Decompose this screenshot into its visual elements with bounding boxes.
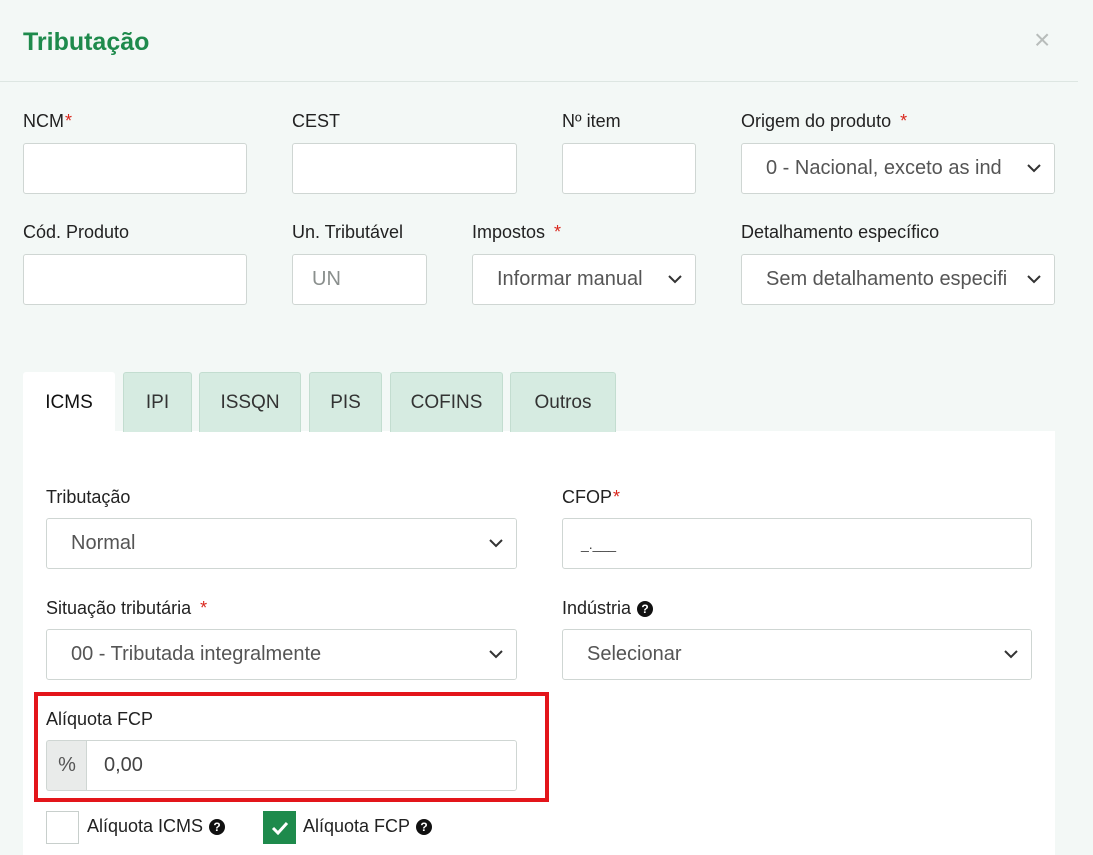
tab-outros[interactable]: Outros [510,372,616,432]
chevron-down-icon [476,630,516,679]
n-item-input[interactable] [562,143,696,194]
check-icon [271,821,288,835]
industria-select[interactable]: Selecionar [562,629,1032,680]
modal-header: Tributação × [0,0,1078,82]
un-tributavel-input[interactable]: UN [292,254,427,305]
cest-label: CEST [292,111,341,131]
cfop-label: CFOP* [562,487,621,507]
tributacao-label: Tributação [46,487,131,507]
help-icon[interactable]: ? [637,601,654,617]
chevron-down-icon [476,519,516,568]
situacao-label: Situação tributária * [46,598,208,618]
aliquota-fcp-input[interactable]: 0,00 [86,740,517,791]
chevron-down-icon [1014,255,1054,304]
impostos-label: Impostos * [472,222,562,242]
un-tributavel-label: Un. Tributável [292,222,404,242]
detalhamento-value: Sem detalhamento especifi [766,268,1008,290]
ncm-label: NCM* [23,111,73,131]
chevron-down-icon [655,255,695,304]
cod-produto-label: Cód. Produto [23,222,130,242]
industria-value: Selecionar [587,643,682,665]
origem-select[interactable]: 0 - Nacional, exceto as ind [741,143,1055,194]
percent-prefix: % [46,740,87,791]
impostos-value: Informar manual [497,268,643,290]
tab-issqn[interactable]: ISSQN [199,372,301,432]
aliquota-fcp-checkbox[interactable] [263,811,296,844]
close-icon[interactable]: × [1034,26,1050,54]
tab-cofins[interactable]: COFINS [390,372,503,432]
cfop-input[interactable]: _.___ [562,518,1032,569]
situacao-select[interactable]: 00 - Tributada integralmente [46,629,517,680]
modal-title: Tributação [23,28,150,56]
tributacao-select[interactable]: Normal [46,518,517,569]
industria-label: Indústria? [562,598,654,619]
origem-value: 0 - Nacional, exceto as ind [766,157,1002,179]
cod-produto-input[interactable] [23,254,247,305]
chevron-down-icon [991,630,1031,679]
origem-label: Origem do produto * [741,111,908,131]
impostos-select[interactable]: Informar manual [472,254,696,305]
aliquota-icms-checkbox-label: Alíquota ICMS? [87,816,226,837]
n-item-label: Nº item [562,111,621,131]
help-icon[interactable]: ? [209,819,226,835]
aliquota-icms-checkbox[interactable] [46,811,79,844]
situacao-value: 00 - Tributada integralmente [71,643,322,665]
aliquota-fcp-checkbox-label: Alíquota FCP? [303,816,433,837]
detalhamento-select[interactable]: Sem detalhamento especifi [741,254,1055,305]
ncm-input[interactable] [23,143,247,194]
tab-ipi[interactable]: IPI [123,372,192,432]
help-icon[interactable]: ? [416,819,433,835]
tab-icms[interactable]: ICMS [23,372,115,433]
aliquota-fcp-label: Alíquota FCP [46,709,154,729]
detalhamento-label: Detalhamento específico [741,222,940,242]
chevron-down-icon [1014,144,1054,193]
tab-pis[interactable]: PIS [309,372,382,432]
cest-input[interactable] [292,143,517,194]
tributacao-value: Normal [71,532,136,554]
